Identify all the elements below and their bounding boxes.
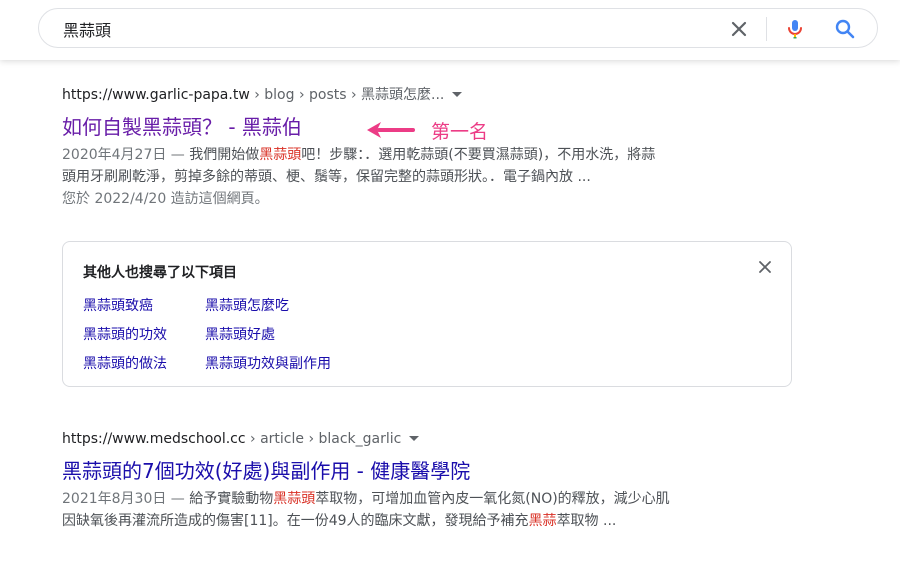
snippet-text: 我們開始做 bbox=[189, 147, 260, 163]
result-date: 2020年4月27日 — bbox=[62, 147, 190, 163]
result-url: https://www.medschool.cc bbox=[62, 431, 246, 447]
related-search-link[interactable]: 黑蒜頭的功效 bbox=[83, 324, 167, 344]
related-search-link[interactable]: 黑蒜頭致癌 bbox=[83, 295, 153, 315]
related-search-link[interactable]: 黑蒜頭好處 bbox=[205, 324, 275, 344]
snippet-text: 吧！步驟：．選用乾蒜頭(不要買濕蒜頭)，不用水洗，將蒜 bbox=[301, 147, 656, 163]
search-box[interactable] bbox=[38, 8, 878, 48]
snippet-text: 頭用牙刷刷乾淨，剪掉多餘的蒂頭、梗、鬚等，保留完整的蒜頭形狀。．電子鍋內放 ..… bbox=[62, 169, 591, 185]
mic-icon[interactable] bbox=[783, 17, 807, 41]
close-icon[interactable] bbox=[727, 17, 751, 41]
search-icon[interactable] bbox=[833, 17, 857, 41]
snippet-text: 萃取物，可增加血管內皮一氧化氮(NO)的釋放，減少心肌 bbox=[315, 491, 670, 507]
result-title-link[interactable]: 黑蒜頭的7個功效(好處)與副作用 - 健康醫學院 bbox=[62, 458, 470, 484]
left-arrow-icon bbox=[367, 122, 415, 138]
close-icon[interactable] bbox=[757, 259, 773, 275]
result-path: › blog › posts › 黑蒜頭怎麼... bbox=[249, 87, 445, 103]
chevron-down-icon[interactable] bbox=[409, 435, 420, 441]
result-date: 2021年8月30日 — bbox=[62, 491, 190, 507]
snippet-text: 萃取物 ... bbox=[556, 513, 617, 529]
result-breadcrumb: https://www.medschool.cc › article › bla… bbox=[62, 430, 802, 448]
result-snippet: 2021年8月30日 — 給予實驗動物黑蒜頭萃取物，可增加血管內皮一氧化氮(NO… bbox=[62, 488, 802, 532]
chevron-down-icon[interactable] bbox=[452, 91, 463, 97]
visit-note: 您於 2022/4/20 造訪這個網頁。 bbox=[62, 191, 269, 207]
search-input[interactable] bbox=[63, 18, 663, 40]
rank-annotation: 第一名 bbox=[365, 116, 488, 144]
result-url: https://www.garlic-papa.tw bbox=[62, 87, 250, 103]
snippet-highlight: 黑蒜頭 bbox=[273, 491, 316, 507]
result-breadcrumb: https://www.garlic-papa.tw › blog › post… bbox=[62, 86, 802, 104]
people-also-search-title: 其他人也搜尋了以下項目 bbox=[83, 265, 237, 281]
people-also-search-box: 其他人也搜尋了以下項目 黑蒜頭致癌 黑蒜頭怎麼吃 黑蒜頭的功效 黑蒜頭好處 黑蒜… bbox=[62, 241, 792, 387]
result-title-link[interactable]: 如何自製黑蒜頭？ - 黑蒜伯 bbox=[62, 114, 302, 140]
snippet-text: 因缺氧後再灌流所造成的傷害[11]。在一份49人的臨床文獻，發現給予補充 bbox=[62, 513, 529, 529]
search-header bbox=[0, 0, 900, 60]
result-path: › article › black_garlic bbox=[245, 431, 402, 447]
snippet-text: 給予實驗動物 bbox=[189, 491, 274, 507]
search-result-1: https://www.garlic-papa.tw › blog › post… bbox=[62, 86, 802, 210]
snippet-highlight: 黑蒜 bbox=[528, 513, 557, 529]
annotation-label: 第一名 bbox=[431, 120, 489, 143]
related-search-link[interactable]: 黑蒜頭的做法 bbox=[83, 353, 167, 373]
search-divider bbox=[766, 17, 767, 41]
related-search-link[interactable]: 黑蒜頭怎麼吃 bbox=[205, 295, 289, 315]
snippet-highlight: 黑蒜頭 bbox=[259, 147, 302, 163]
search-result-2: https://www.medschool.cc › article › bla… bbox=[62, 430, 802, 532]
related-search-link[interactable]: 黑蒜頭功效與副作用 bbox=[205, 353, 331, 373]
result-snippet: 2020年4月27日 — 我們開始做黑蒜頭吧！步驟：．選用乾蒜頭(不要買濕蒜頭)… bbox=[62, 144, 802, 188]
